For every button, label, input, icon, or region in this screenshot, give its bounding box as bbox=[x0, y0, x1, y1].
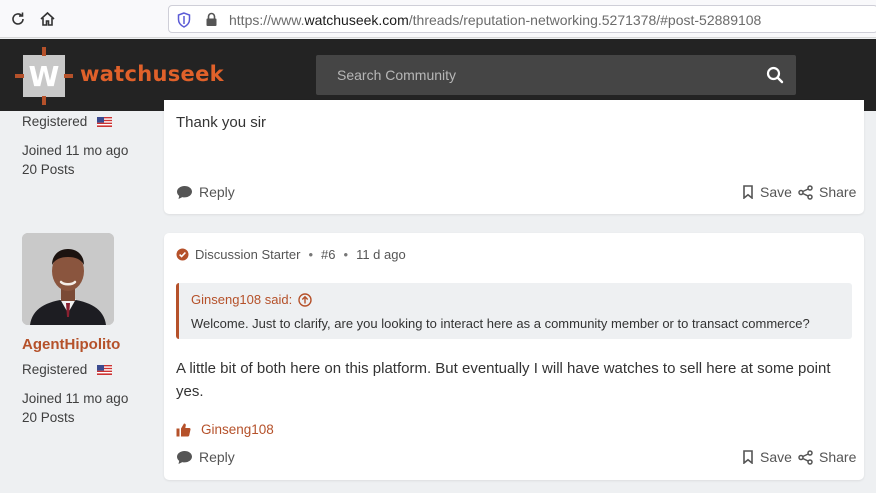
us-flag-icon bbox=[97, 365, 113, 376]
post-actions: Reply Save Share bbox=[176, 449, 856, 469]
url-text[interactable]: https://www.watchuseek.com/threads/reput… bbox=[229, 12, 761, 28]
post-body-line: A little bit of both here on this platfo… bbox=[176, 360, 831, 377]
url-host: watchuseek.com bbox=[304, 12, 409, 28]
thumbs-up-icon bbox=[176, 423, 191, 436]
post-time[interactable]: 11 d ago bbox=[356, 247, 406, 262]
post-body: Thank you sir bbox=[176, 114, 267, 131]
site-name[interactable]: watchuseek bbox=[80, 62, 224, 86]
discussion-starter-icon bbox=[176, 248, 189, 261]
us-flag-icon bbox=[97, 117, 113, 128]
jump-to-quote-icon[interactable] bbox=[298, 292, 312, 307]
user-role: Registered bbox=[22, 114, 113, 129]
post-card: Thank you sir Reply Save Share bbox=[164, 100, 864, 214]
post-card: Discussion Starter • #6 • 11 d ago Ginse… bbox=[164, 233, 864, 480]
post-number[interactable]: #6 bbox=[321, 247, 335, 262]
reply-icon bbox=[177, 450, 192, 464]
post-actions: Reply Save Share bbox=[176, 184, 856, 204]
share-label: Share bbox=[819, 184, 857, 200]
join-date: Joined 11 mo ago bbox=[22, 391, 129, 406]
quote-text: Welcome. Just to clarify, are you lookin… bbox=[191, 316, 810, 331]
reply-button[interactable]: Reply bbox=[176, 184, 235, 200]
avatar[interactable] bbox=[22, 233, 114, 325]
share-button[interactable]: Share bbox=[798, 184, 856, 200]
bookmark-icon bbox=[743, 185, 753, 199]
bookmark-icon bbox=[743, 450, 753, 464]
discussion-starter-badge: Discussion Starter bbox=[195, 247, 301, 262]
reply-button[interactable]: Reply bbox=[176, 449, 235, 465]
tracking-shield-icon[interactable] bbox=[177, 12, 191, 33]
reply-label: Reply bbox=[199, 449, 235, 465]
likes-row: Ginseng108 bbox=[176, 422, 274, 437]
save-button[interactable]: Save bbox=[742, 184, 792, 200]
home-icon[interactable] bbox=[37, 9, 57, 29]
user-photo bbox=[22, 233, 114, 325]
post-body: A little bit of both here on this platfo… bbox=[176, 357, 831, 403]
search-input[interactable]: Search Community bbox=[316, 55, 796, 95]
url-path: /threads/reputation-networking.5271378/#… bbox=[408, 12, 762, 28]
post-body-line: yes. bbox=[176, 383, 204, 400]
reply-icon bbox=[177, 185, 192, 199]
search-icon[interactable] bbox=[766, 66, 784, 89]
save-button[interactable]: Save bbox=[742, 449, 792, 465]
post-count: 20 Posts bbox=[22, 410, 75, 425]
user-role-text: Registered bbox=[22, 362, 88, 377]
user-role-text: Registered bbox=[22, 114, 88, 129]
quote-author-link[interactable]: Ginseng108 said: bbox=[191, 292, 312, 307]
share-icon bbox=[798, 449, 813, 465]
quote-author: Ginseng108 said: bbox=[191, 292, 293, 307]
post-meta: Discussion Starter • #6 • 11 d ago bbox=[176, 247, 406, 262]
reload-icon[interactable] bbox=[8, 9, 28, 29]
post-count: 20 Posts bbox=[22, 162, 75, 177]
join-date: Joined 11 mo ago bbox=[22, 143, 129, 158]
share-icon bbox=[798, 184, 813, 200]
logo-letter: W bbox=[28, 59, 60, 93]
search-placeholder: Search Community bbox=[337, 67, 457, 83]
lock-icon[interactable] bbox=[205, 12, 218, 32]
liked-by-user[interactable]: Ginseng108 bbox=[201, 422, 274, 437]
share-label: Share bbox=[819, 449, 857, 465]
user-role: Registered bbox=[22, 362, 113, 377]
save-label: Save bbox=[760, 184, 792, 200]
site-logo[interactable]: W bbox=[15, 47, 73, 105]
address-bar[interactable]: https://www.watchuseek.com/threads/reput… bbox=[168, 5, 876, 33]
username[interactable]: AgentHipolito bbox=[22, 336, 120, 353]
save-label: Save bbox=[760, 449, 792, 465]
reply-label: Reply bbox=[199, 184, 235, 200]
share-button[interactable]: Share bbox=[798, 449, 856, 465]
browser-toolbar: https://www.watchuseek.com/threads/reput… bbox=[0, 0, 876, 38]
quote-block: Ginseng108 said: Welcome. Just to clarif… bbox=[176, 283, 852, 339]
